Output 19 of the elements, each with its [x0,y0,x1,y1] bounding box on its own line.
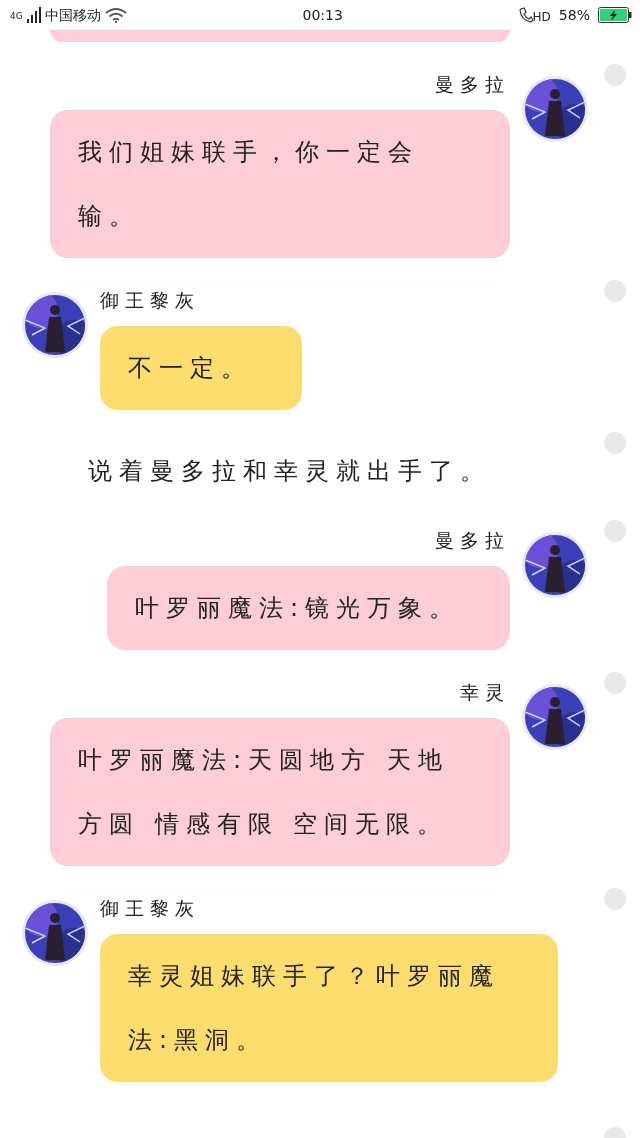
sender-name: 御王黎灰 [100,896,200,921]
chat-bubble: 叶罗丽魔法:天圆地方 天地方圆 情感有限 空间无限。 [50,718,510,866]
sender-name: 曼多拉 [435,528,510,553]
network-type-label: 4G [10,9,23,23]
battery-percent: 58% [558,5,590,25]
sender-name: 曼多拉 [435,72,510,97]
chat-bubble: 不一定。 [100,326,302,410]
chat-bubble: 我们姐妹联手，你一定会输。 [50,110,510,258]
sender-name: 御王黎灰 [100,288,200,313]
clock-time: 00:13 [302,5,343,25]
sender-name: 幸灵 [460,680,510,705]
narration-text: 说着曼多拉和幸灵就出手了。 [88,456,491,487]
chat-bubble: 叶罗丽魔法:镜光万象。 [106,566,510,650]
phone-icon [518,7,533,23]
carrier-name: 中国移动 [44,5,101,25]
wifi-icon [104,7,127,23]
chat-bubble: 幸灵姐妹联手了？叶罗丽魔法:黑洞。 [100,934,558,1082]
hd-label: HD [532,9,551,26]
signal-icon [26,7,41,23]
